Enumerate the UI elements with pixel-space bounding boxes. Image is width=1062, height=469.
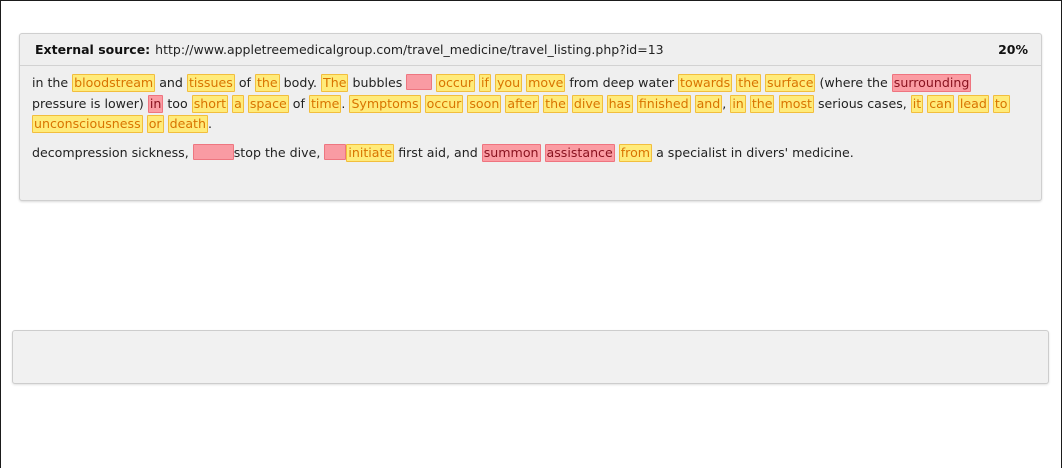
source-text-fragment: .: [341, 95, 346, 111]
source-text-fragment: ,: [722, 95, 727, 111]
matched-word[interactable]: you: [494, 74, 523, 92]
matched-word[interactable]: bloodstream: [72, 74, 156, 92]
matched-word[interactable]: soon: [467, 94, 502, 113]
changed-word[interactable]: in: [147, 94, 164, 113]
matched-word[interactable]: has: [606, 94, 633, 113]
matched-word[interactable]: it: [910, 94, 924, 113]
changed-word[interactable]: assistance: [544, 143, 615, 162]
source-text-fragment: in the: [32, 75, 69, 90]
source-url[interactable]: http://www.appletreemedicalgroup.com/tra…: [155, 42, 663, 57]
matched-word[interactable]: move: [526, 74, 566, 92]
source-text-fragment: stop the dive,: [233, 144, 321, 160]
matched-word[interactable]: initiate: [346, 143, 395, 162]
matched-word[interactable]: lead: [957, 94, 989, 113]
empty-panel: [12, 330, 1049, 384]
matched-word[interactable]: the: [543, 94, 568, 113]
matched-word[interactable]: in: [730, 94, 746, 113]
matched-word[interactable]: time: [308, 94, 342, 113]
source-text-fragment: body.: [283, 75, 318, 90]
matched-word[interactable]: dive: [571, 94, 603, 113]
source-text-fragment: serious cases,: [818, 95, 907, 111]
matched-word[interactable]: finished: [636, 94, 691, 113]
matched-word[interactable]: the: [749, 94, 775, 113]
source-label: External source:: [35, 42, 151, 57]
external-source-panel: External source: http://www.appletreemed…: [19, 33, 1042, 201]
matched-word[interactable]: from: [618, 143, 653, 162]
matched-word[interactable]: most: [778, 94, 814, 113]
matched-word[interactable]: death: [167, 115, 208, 133]
omitted-word-marker[interactable]: [406, 74, 433, 90]
matched-word[interactable]: or: [146, 115, 164, 133]
source-text-fragment: and: [159, 75, 183, 90]
matched-word[interactable]: a: [232, 94, 244, 113]
source-text-fragment: too: [167, 95, 188, 111]
matched-word[interactable]: to: [992, 94, 1010, 113]
matched-word[interactable]: if: [479, 74, 491, 92]
omitted-word-marker[interactable]: [324, 143, 347, 160]
matched-word[interactable]: the: [736, 74, 761, 92]
matched-word[interactable]: can: [927, 94, 954, 113]
source-text-fragment: a specialist in divers' medicine.: [656, 144, 854, 160]
matched-word[interactable]: and: [694, 94, 723, 113]
source-text-fragment: (where the: [819, 75, 888, 90]
source-text-fragment: pressure is lower): [32, 95, 144, 111]
match-percentage: 20%: [998, 42, 1028, 57]
matched-word[interactable]: tissues: [186, 74, 235, 92]
matched-word[interactable]: after: [505, 94, 540, 113]
source-text-fragment: decompression sickness,: [32, 144, 189, 160]
matched-word[interactable]: short: [191, 94, 229, 113]
changed-word[interactable]: surrounding: [891, 74, 972, 92]
source-text-fragment: from deep water: [569, 75, 675, 90]
matched-word[interactable]: towards: [678, 74, 733, 92]
matched-word[interactable]: space: [247, 94, 289, 113]
matched-word[interactable]: surface: [764, 74, 816, 92]
matched-word[interactable]: unconsciousness: [32, 115, 143, 133]
source-header: External source: http://www.appletreemed…: [20, 34, 1041, 66]
source-text-fragment: .: [207, 116, 212, 131]
matched-word[interactable]: occur: [436, 74, 476, 92]
matched-word[interactable]: the: [254, 74, 280, 92]
source-text-fragment: of: [238, 75, 251, 90]
matched-word[interactable]: The: [321, 74, 349, 92]
source-text: in the bloodstream and tissues of the bo…: [20, 66, 1041, 163]
source-text-fragment: of: [292, 95, 305, 111]
omitted-word-marker[interactable]: [192, 143, 234, 160]
matched-word[interactable]: occur: [424, 94, 464, 113]
source-text-fragment: first aid, and: [398, 144, 478, 160]
source-paragraph-2: decompression sickness, stop the dive, i…: [32, 143, 1029, 164]
matched-word[interactable]: Symptoms: [349, 94, 421, 113]
changed-word[interactable]: summon: [481, 143, 541, 162]
source-paragraph-1: in the bloodstream and tissues of the bo…: [32, 73, 1029, 135]
source-text-fragment: bubbles: [352, 75, 403, 90]
